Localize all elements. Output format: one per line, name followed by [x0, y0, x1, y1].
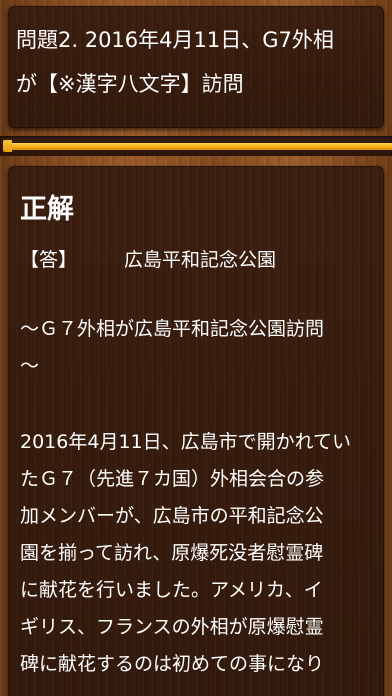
- answer-value: 広島平和記念公園: [124, 249, 277, 271]
- progress-bar-cap: [3, 140, 12, 152]
- explanation-body: 2016年4月11日、広島市で開かれてい たＧ７（先進７カ国）外相会合の参 加メ…: [20, 431, 352, 675]
- result-heading: 正解: [20, 194, 74, 225]
- answer-label: 【答】: [20, 249, 78, 271]
- answer-row: 【答】 広島平和記念公園: [20, 246, 276, 274]
- progress-bar: [0, 136, 392, 156]
- answer-card[interactable]: 正解 【答】 広島平和記念公園 ～Ｇ７外相が広島平和記念公園訪問 ～ 2016年4…: [8, 166, 384, 696]
- question-text: 問題2. 2016年4月11日、G7外相 が【※漢字八文字】訪問: [16, 28, 334, 96]
- question-card: 問題2. 2016年4月11日、G7外相 が【※漢字八文字】訪問: [8, 6, 384, 128]
- explanation-subtitle: ～Ｇ７外相が広島平和記念公園訪問 ～: [20, 318, 325, 377]
- progress-bar-fill: [12, 143, 392, 150]
